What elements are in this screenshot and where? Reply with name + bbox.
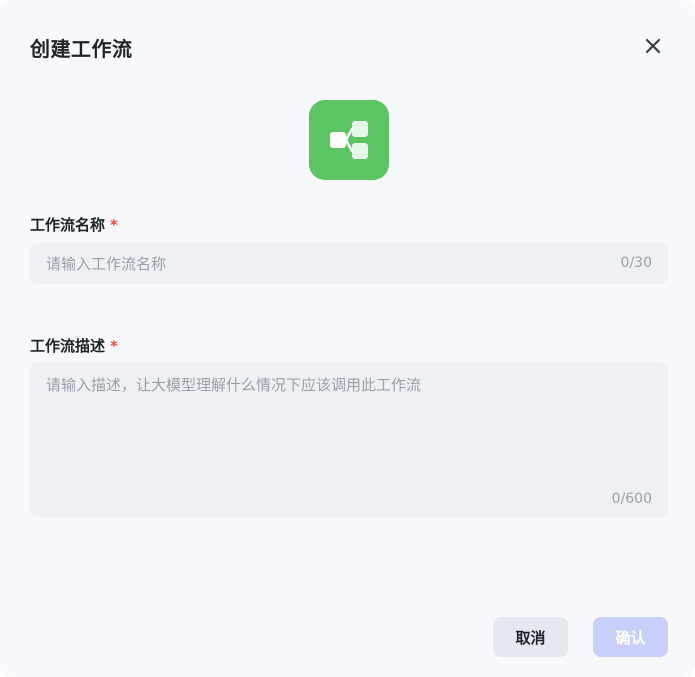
- close-button[interactable]: [641, 34, 665, 58]
- required-mark: *: [110, 216, 118, 234]
- name-field[interactable]: 0/30: [30, 243, 668, 284]
- name-char-counter: 0/30: [620, 255, 652, 271]
- description-char-counter: 0/600: [611, 491, 652, 507]
- workflow-icon: [330, 121, 368, 159]
- confirm-button[interactable]: 确认: [593, 617, 668, 657]
- workflow-description-textarea[interactable]: [46, 374, 646, 484]
- close-icon: [645, 38, 661, 54]
- required-mark: *: [110, 337, 118, 355]
- workflow-icon-badge: [309, 100, 389, 180]
- create-workflow-dialog: 创建工作流 工作流名称* 0/30 工作流描述* 0/600 取消 确认: [0, 0, 695, 677]
- cancel-button[interactable]: 取消: [493, 617, 568, 657]
- description-field[interactable]: 0/600: [30, 362, 668, 517]
- description-field-label: 工作流描述 *: [30, 337, 118, 355]
- name-field-label: 工作流名称 *: [30, 216, 118, 234]
- workflow-name-input[interactable]: [46, 254, 586, 274]
- dialog-title: 创建工作流: [30, 37, 133, 61]
